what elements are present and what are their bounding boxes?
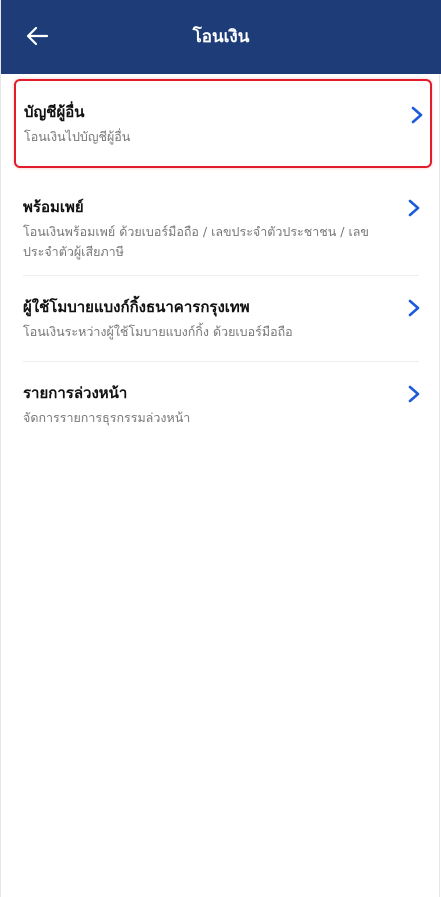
chevron-right-icon (408, 385, 420, 403)
page-title: โอนเงิน (192, 27, 250, 47)
option-title: พร้อมเพย์ (23, 198, 84, 216)
transfer-options-list: บัญชีผู้อื่น โอนเงินไปบัญชีผู้อื่น พร้อม… (1, 74, 441, 442)
option-promptpay[interactable]: พร้อมเพย์ โอนเงินพร้อมเพย์ ด้วยเบอร์มือถ… (23, 168, 420, 276)
chevron-right-icon (408, 199, 420, 217)
arrow-left-icon (26, 26, 49, 46)
option-title: รายการล่วงหน้า (23, 384, 128, 402)
option-description: โอนเงินระหว่างผู้ใช้โมบายแบงก์กิ้ง ด้วยเ… (23, 324, 293, 339)
chevron-right-icon (408, 299, 420, 317)
option-title: ผู้ใช้โมบายแบงก์กิ้งธนาคารกรุงเทพ (23, 298, 250, 316)
option-description: โอนเงินไปบัญชีผู้อื่น (24, 129, 131, 144)
option-bangkok-bank-mobile-users[interactable]: ผู้ใช้โมบายแบงก์กิ้งธนาคารกรุงเทพ โอนเงิ… (23, 276, 420, 362)
option-other-account[interactable]: บัญชีผู้อื่น โอนเงินไปบัญชีผู้อื่น (14, 79, 432, 168)
chevron-right-icon (411, 106, 423, 124)
app-screen: โอนเงิน บัญชีผู้อื่น โอนเงินไปบัญชีผู้อื… (0, 0, 441, 897)
option-description: โอนเงินพร้อมเพย์ ด้วยเบอร์มือถือ / เลขปร… (23, 224, 369, 259)
option-title: บัญชีผู้อื่น (24, 103, 85, 121)
top-app-bar: โอนเงิน (1, 0, 441, 74)
option-description: จัดการรายการธุรกรรมล่วงหน้า (23, 410, 191, 425)
back-button[interactable] (19, 18, 55, 54)
option-scheduled-transactions[interactable]: รายการล่วงหน้า จัดการรายการธุรกรรมล่วงหน… (23, 362, 420, 442)
